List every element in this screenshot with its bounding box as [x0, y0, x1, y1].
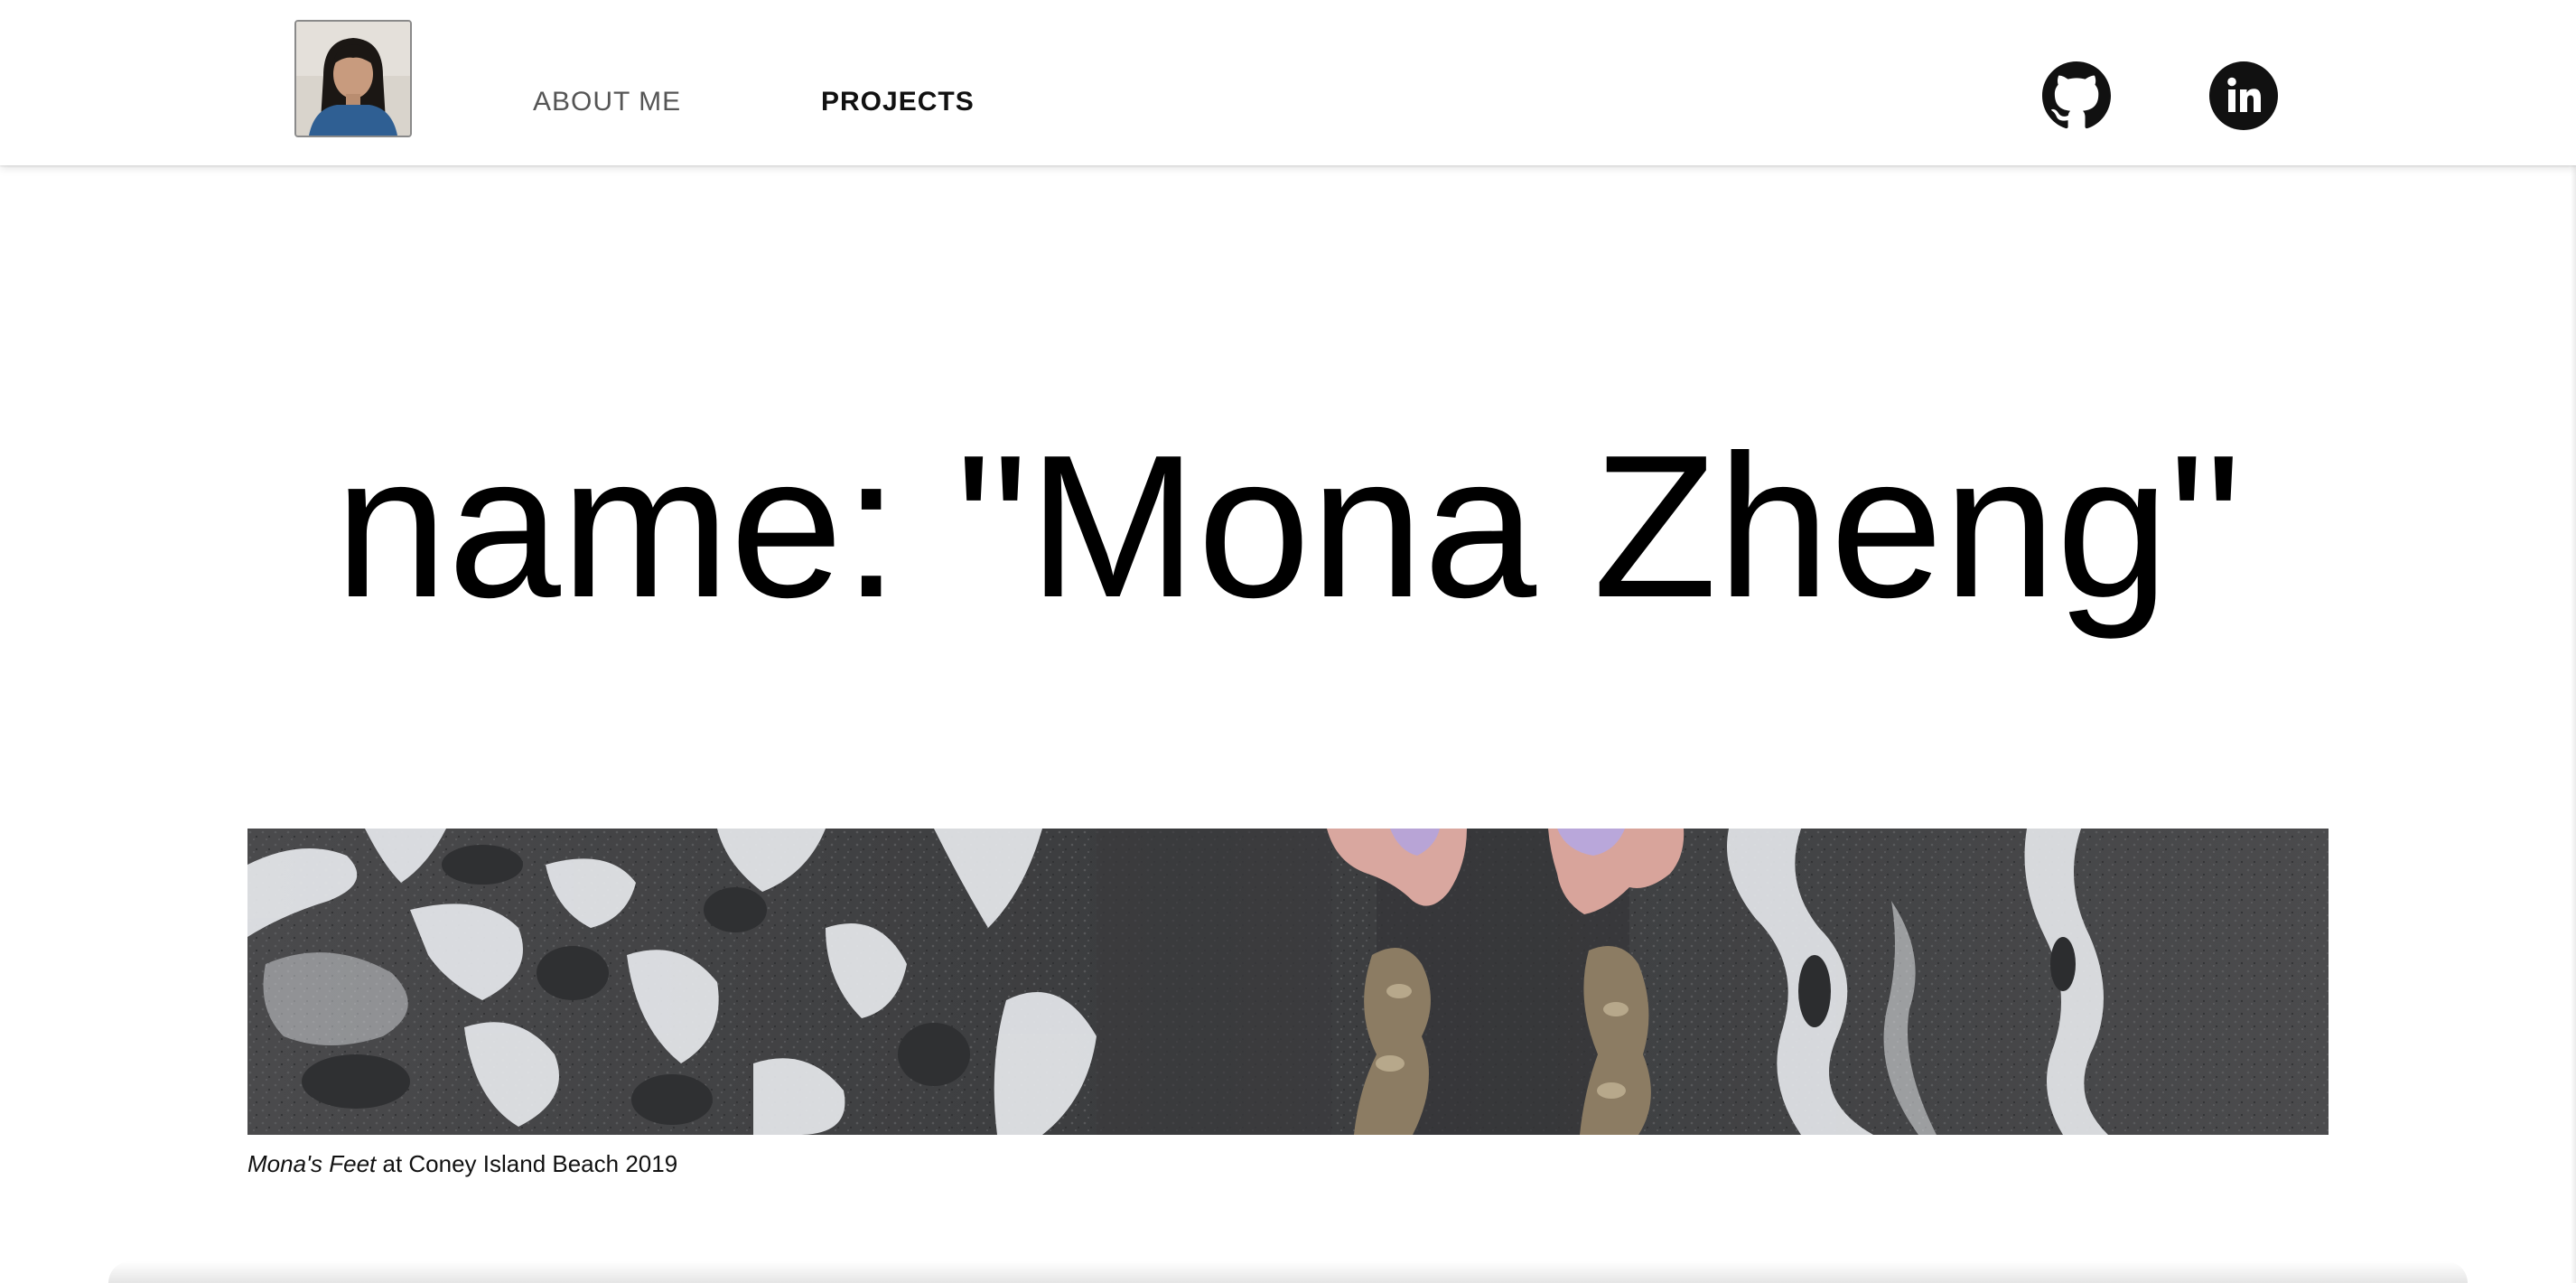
banner-caption: Mona's Feet at Coney Island Beach 2019: [247, 1148, 677, 1179]
github-icon[interactable]: [2042, 61, 2111, 130]
banner-photo: [247, 829, 2329, 1135]
avatar[interactable]: [294, 20, 412, 137]
linkedin-icon[interactable]: [2209, 61, 2278, 130]
avatar-image: [296, 22, 410, 136]
page: ABOUT ME PROJECTS name: "Mona Zheng" Mon…: [0, 0, 2576, 1283]
hero-title: name: "Mona Zheng": [334, 412, 2242, 640]
nav-projects[interactable]: PROJECTS: [821, 83, 975, 121]
bottom-shadow: [108, 1261, 2468, 1283]
right-edge-shadow: [2571, 0, 2576, 1283]
caption-italic-title: Mona's Feet: [247, 1150, 377, 1177]
nav-about-me[interactable]: ABOUT ME: [533, 83, 681, 121]
caption-text: at Coney Island Beach 2019: [376, 1150, 678, 1177]
app-header: ABOUT ME PROJECTS: [0, 0, 2576, 165]
